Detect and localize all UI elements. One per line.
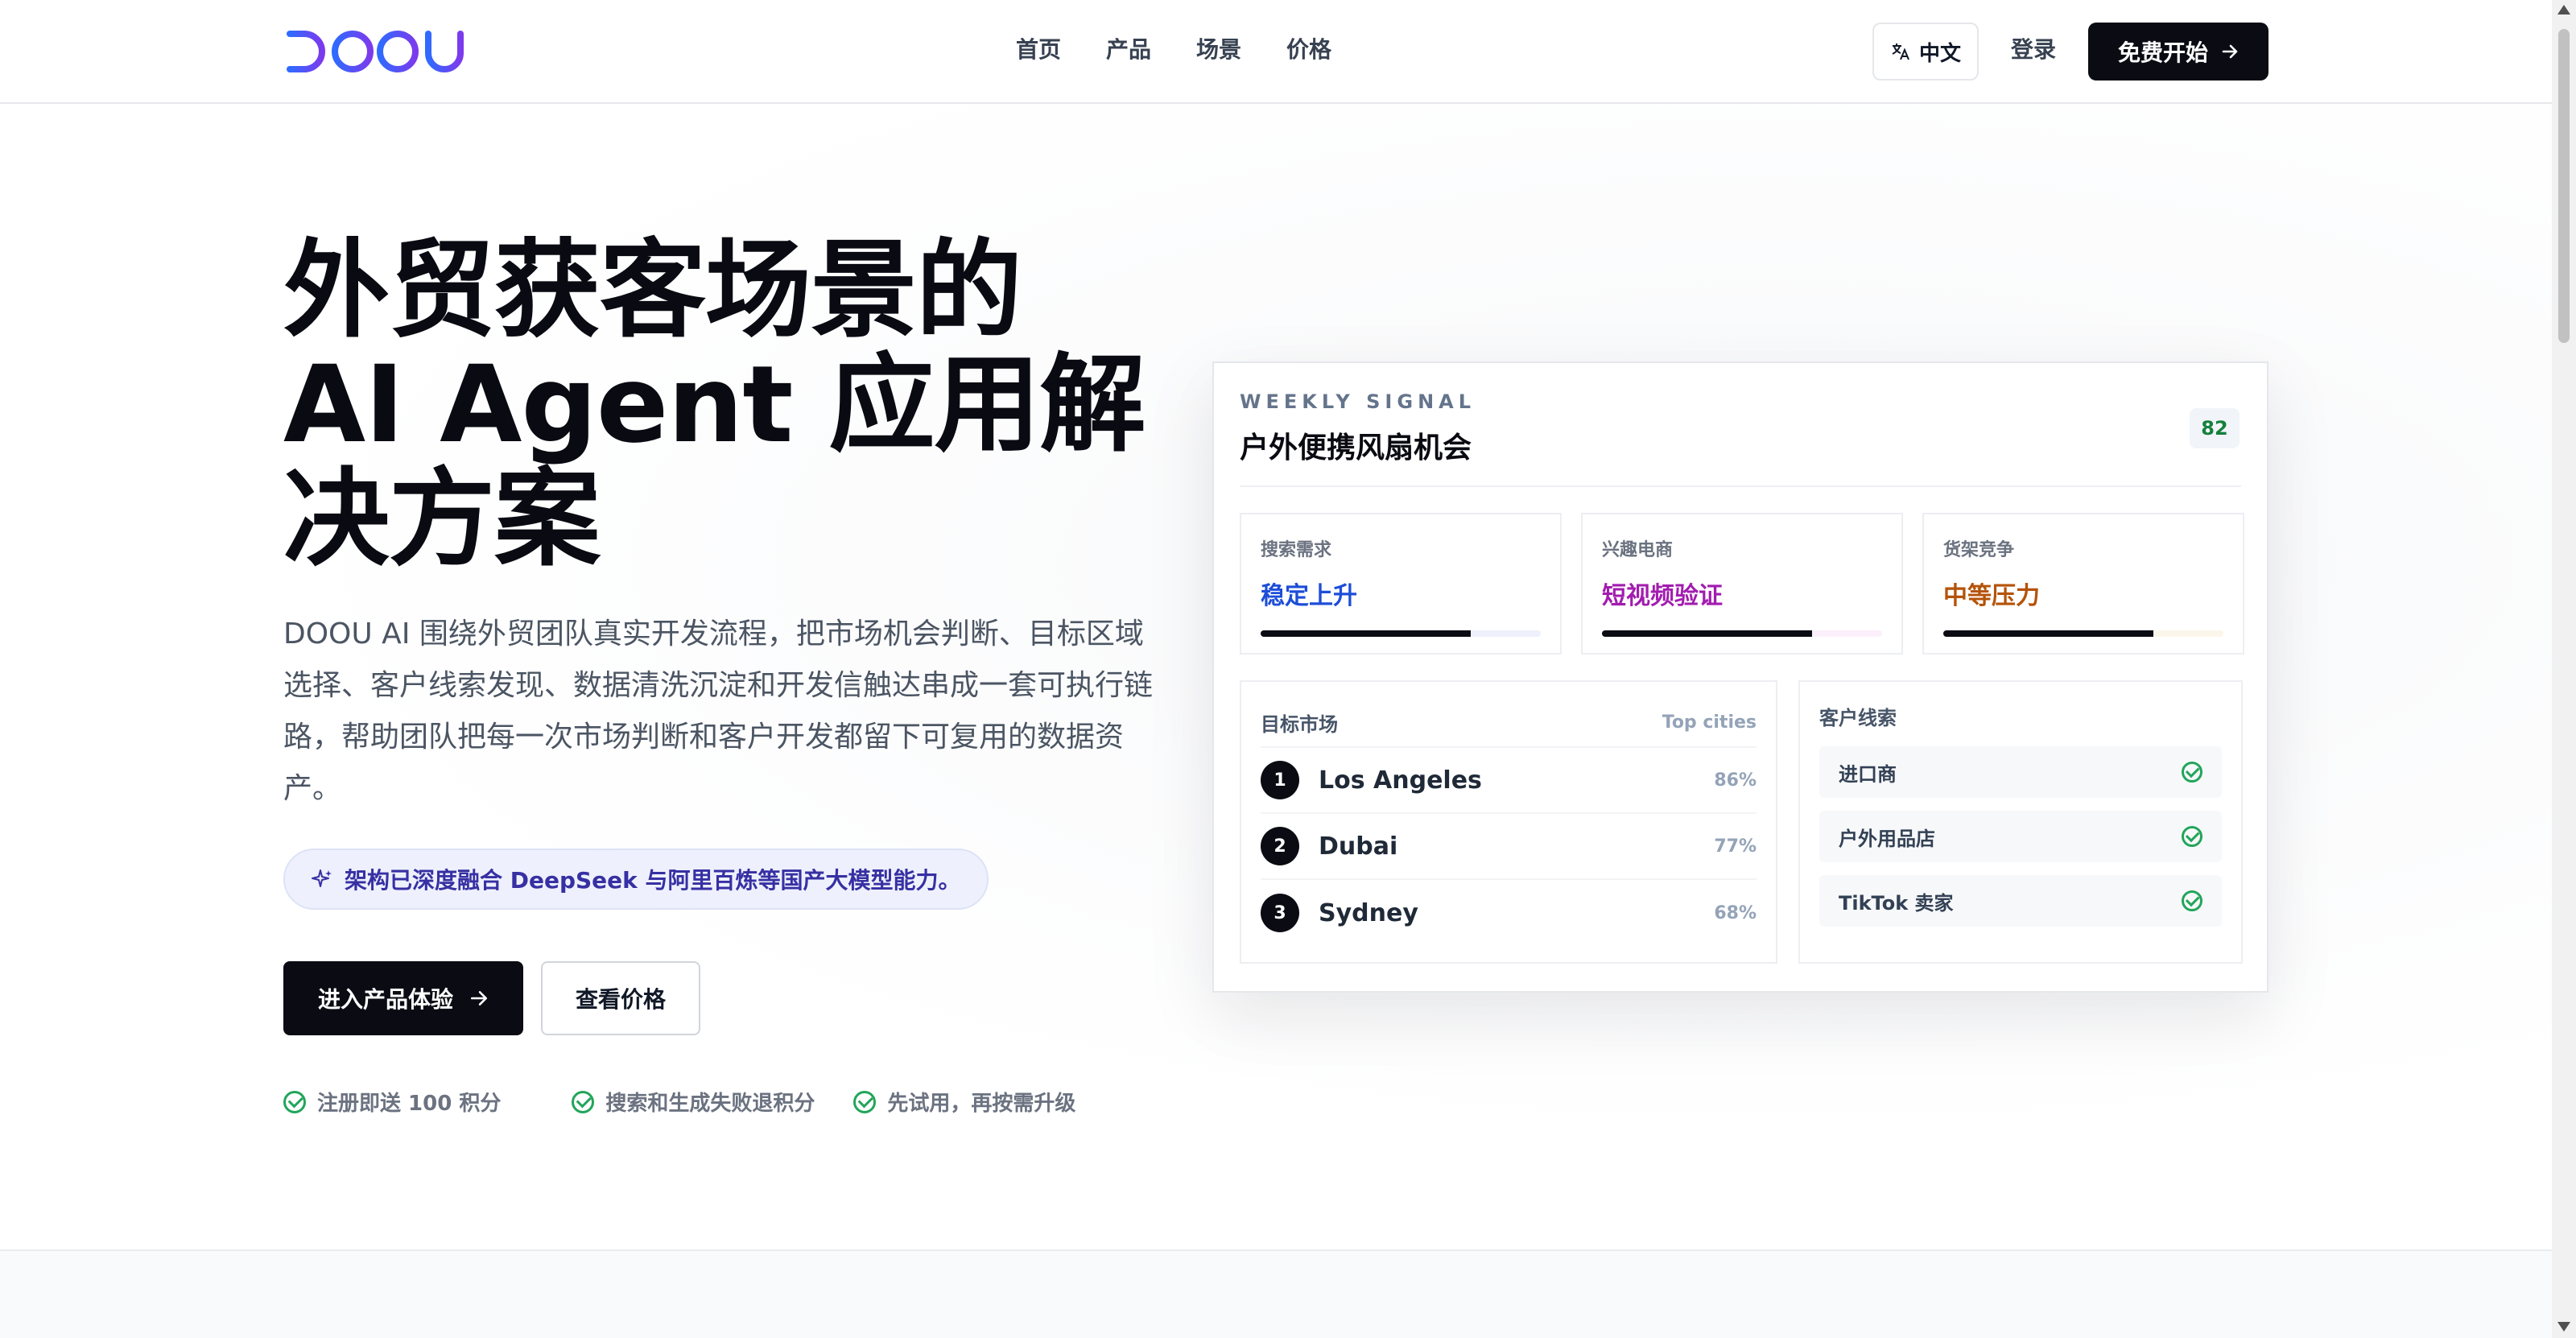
next-section-band <box>0 1249 2552 1338</box>
view-pricing-button[interactable]: 查看价格 <box>541 961 700 1035</box>
list-item: 1 Los Angeles 86% <box>1261 748 1757 814</box>
list-item: TikTok 卖家 <box>1819 875 2222 927</box>
arrow-right-icon <box>2222 44 2238 59</box>
list-item: 3 Sydney 68% <box>1261 880 1757 946</box>
pill-text: 架构已深度融合 DeepSeek 与阿里百炼等国产大模型能力。 <box>345 867 961 894</box>
metric-value: 稳定上升 <box>1261 582 1357 610</box>
metric-value: 短视频验证 <box>1602 582 1723 610</box>
scroll-up-arrow-icon[interactable] <box>2557 5 2570 14</box>
arrow-right-icon <box>470 991 488 1006</box>
check-circle-icon <box>2182 826 2202 847</box>
metric-search-demand: 搜索需求 稳定上升 <box>1240 513 1562 655</box>
metric-label: 货架竞争 <box>1943 540 2015 560</box>
city-name: Dubai <box>1319 832 1398 861</box>
customer-leads-panel: 客户线索 进口商 户外用品店 TikTok 卖家 <box>1798 680 2243 964</box>
metric-label: 兴趣电商 <box>1602 540 1674 560</box>
page-scrollbar[interactable] <box>2552 0 2576 1338</box>
metric-progress-fill <box>1943 630 2153 637</box>
language-switch-button[interactable]: 中文 <box>1872 23 1979 81</box>
panel-header: 目标市场 Top cities <box>1261 698 1757 748</box>
hero-title: 外贸获客场景的 AI Agent 应用解 决方案 <box>283 229 1146 581</box>
city-percentage: 86% <box>1714 770 1757 791</box>
language-label: 中文 <box>1918 41 1961 66</box>
perks-list: 注册即送 100 积分 搜索和生成失败退积分 先试用，再按需升级 <box>283 1087 1075 1117</box>
panel-header: 客户线索 <box>1819 698 2222 733</box>
list-item: 进口商 <box>1819 746 2222 798</box>
logo-mark <box>287 31 464 72</box>
target-market-panel: 目标市场 Top cities 1 Los Angeles 86% 2 Duba… <box>1240 680 1777 964</box>
perk-item: 注册即送 100 积分 <box>283 1087 501 1117</box>
metric-progress-fill <box>1261 630 1471 637</box>
nav-home[interactable]: 首页 <box>1016 32 1061 68</box>
metric-shelf-competition: 货架竞争 中等压力 <box>1922 513 2244 655</box>
scroll-down-arrow-icon[interactable] <box>2557 1322 2570 1332</box>
metrics-row: 搜索需求 稳定上升 兴趣电商 短视频验证 货架竞争 中等压力 <box>1240 513 2244 655</box>
site-header: 首页 产品 场景 价格 中文 登录 免费开始 <box>0 0 2552 104</box>
city-name: Sydney <box>1319 898 1418 927</box>
enter-product-button[interactable]: 进入产品体验 <box>283 961 523 1035</box>
panel-aux-label: Top cities <box>1662 712 1757 733</box>
city-percentage: 68% <box>1714 902 1757 923</box>
translate-icon <box>1892 43 1909 60</box>
metric-label: 搜索需求 <box>1261 540 1332 560</box>
check-circle-icon <box>2182 762 2202 783</box>
list-item: 户外用品店 <box>1819 811 2222 862</box>
metric-progress-fill <box>1602 630 1812 637</box>
sparkle-icon <box>312 869 332 887</box>
nav-scenarios[interactable]: 场景 <box>1196 32 1241 68</box>
nav-pricing[interactable]: 价格 <box>1286 32 1331 68</box>
free-start-label: 免费开始 <box>2117 39 2208 66</box>
doou-logo[interactable] <box>287 29 470 74</box>
login-link[interactable]: 登录 <box>2011 32 2056 68</box>
perk-item: 搜索和生成失败退积分 <box>572 1087 815 1117</box>
metric-interest-ecommerce: 兴趣电商 短视频验证 <box>1581 513 1903 655</box>
panel-title: 目标市场 <box>1261 712 1338 736</box>
rank-badge: 3 <box>1261 894 1299 932</box>
rank-badge: 1 <box>1261 761 1299 799</box>
card-kicker: WEEKLY SIGNAL <box>1240 390 1476 413</box>
score-badge: 82 <box>2190 408 2240 448</box>
perk-label: 先试用，再按需升级 <box>887 1092 1076 1116</box>
city-percentage: 77% <box>1714 836 1757 857</box>
main-nav: 首页 产品 场景 价格 <box>1016 32 1331 68</box>
hero-description: DOOU AI 围绕外贸团队真实开发流程，把市场机会判断、目标区域选择、客户线索… <box>283 617 1154 805</box>
list-item: 2 Dubai 77% <box>1261 814 1757 880</box>
check-circle-icon <box>572 1090 595 1113</box>
perk-label: 搜索和生成失败退积分 <box>605 1092 815 1116</box>
model-integration-pill: 架构已深度融合 DeepSeek 与阿里百炼等国产大模型能力。 <box>283 849 989 910</box>
perk-label: 注册即送 100 积分 <box>317 1092 502 1116</box>
card-title: 户外便携风扇机会 <box>1240 432 1472 465</box>
card-divider <box>1240 485 2241 487</box>
city-name: Los Angeles <box>1319 766 1482 795</box>
perk-item: 先试用，再按需升级 <box>853 1087 1075 1117</box>
panel-title: 客户线索 <box>1819 706 1897 729</box>
lead-label: TikTok 卖家 <box>1839 891 1954 915</box>
metric-value: 中等压力 <box>1943 582 2040 610</box>
metric-progress-bar <box>1261 630 1541 637</box>
check-circle-icon <box>853 1090 877 1113</box>
check-circle-icon <box>283 1090 306 1113</box>
free-start-button[interactable]: 免费开始 <box>2088 23 2268 81</box>
enter-product-label: 进入产品体验 <box>317 986 453 1013</box>
metric-progress-bar <box>1943 630 2223 637</box>
rank-badge: 2 <box>1261 827 1299 865</box>
weekly-signal-card: WEEKLY SIGNAL 户外便携风扇机会 82 搜索需求 稳定上升 兴趣电商… <box>1212 361 2268 993</box>
lead-label: 进口商 <box>1839 762 1897 786</box>
scrollbar-thumb[interactable] <box>2558 29 2570 343</box>
lead-label: 户外用品店 <box>1839 827 1935 850</box>
metric-progress-bar <box>1602 630 1882 637</box>
check-circle-icon <box>2182 890 2202 911</box>
nav-product[interactable]: 产品 <box>1106 32 1151 68</box>
